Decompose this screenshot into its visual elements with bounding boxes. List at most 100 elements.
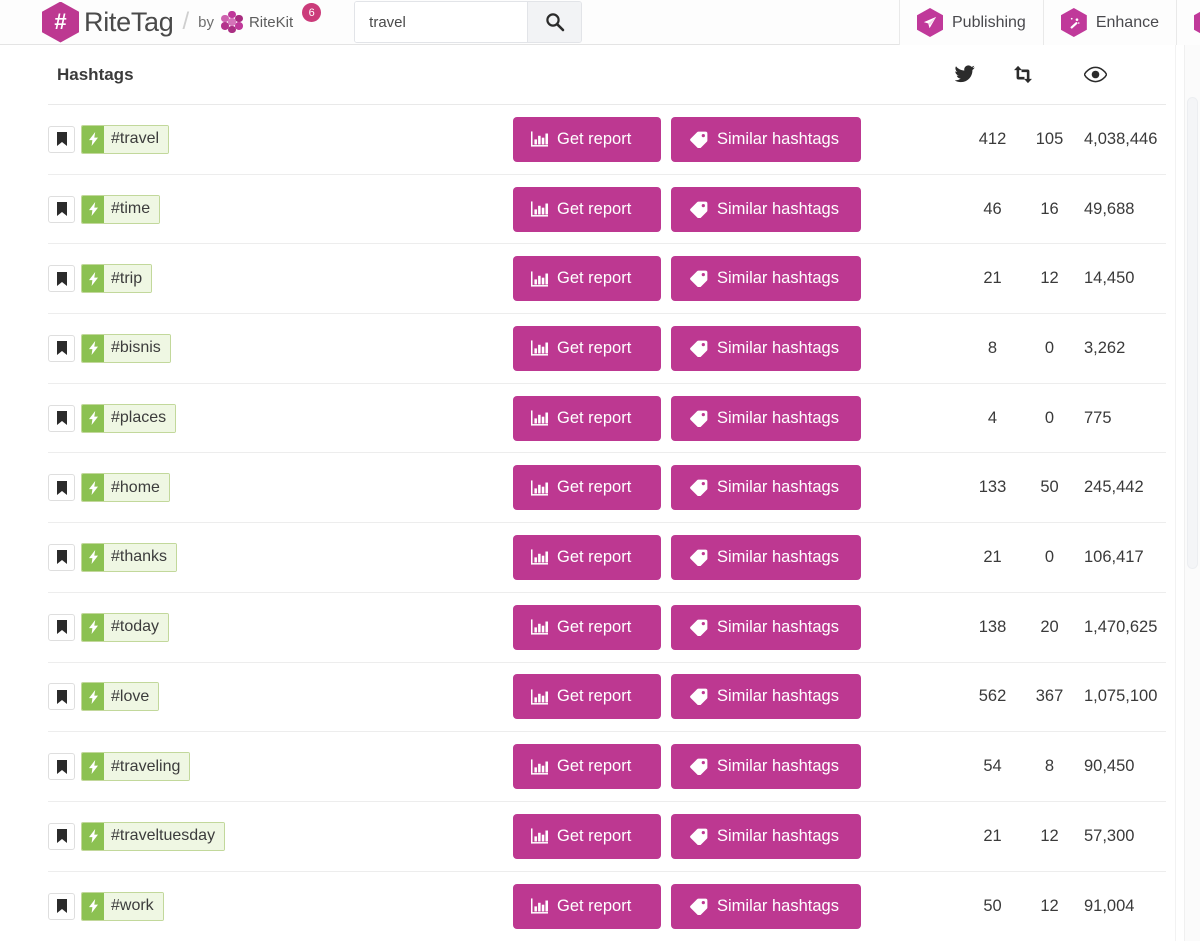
nav-item-third-truncated[interactable] <box>1176 0 1200 45</box>
row-actions: Get report Similar hashtags <box>513 117 861 162</box>
hashtag-cell: #travel <box>48 125 513 154</box>
get-report-label: Get report <box>557 200 631 219</box>
metrics-cell: 210106,417 <box>964 548 1166 567</box>
similar-hashtags-label: Similar hashtags <box>717 409 839 428</box>
similar-hashtags-button[interactable]: Similar hashtags <box>671 187 861 232</box>
hashtag-chip[interactable]: #bisnis <box>81 334 171 363</box>
get-report-button[interactable]: Get report <box>513 187 661 232</box>
bookmark-icon <box>55 340 69 356</box>
hashtag-chip[interactable]: #travel <box>81 125 169 154</box>
lightning-bolt-icon <box>88 620 99 634</box>
similar-hashtags-label: Similar hashtags <box>717 897 839 916</box>
get-report-label: Get report <box>557 897 631 916</box>
search-input[interactable] <box>355 2 527 42</box>
hashtag-cell: #thanks <box>48 543 513 572</box>
views-value: 245,442 <box>1078 478 1166 497</box>
retweets-value: 367 <box>1021 687 1078 706</box>
views-value: 91,004 <box>1078 897 1166 916</box>
bookmark-button[interactable] <box>48 474 75 501</box>
flower-dot <box>235 22 242 29</box>
hashtag-chip[interactable]: #trip <box>81 264 152 293</box>
bookmark-button[interactable] <box>48 405 75 432</box>
hashtag-chip[interactable]: #today <box>81 613 169 642</box>
hashtag-chip[interactable]: #places <box>81 404 176 433</box>
get-report-button[interactable]: Get report <box>513 465 661 510</box>
hashtag-chip[interactable]: #love <box>81 682 159 711</box>
hashtag-chip[interactable]: #traveling <box>81 752 190 781</box>
views-value: 1,075,100 <box>1078 687 1166 706</box>
hashtag-rows: #travelGet reportSimilar hashtags4121054… <box>0 105 1175 941</box>
hashtag-label: #traveling <box>104 753 189 780</box>
bookmark-icon <box>55 410 69 426</box>
bookmark-button[interactable] <box>48 196 75 223</box>
hashtag-chip[interactable]: #home <box>81 473 170 502</box>
bookmark-icon <box>55 898 69 914</box>
brand-name[interactable]: RiteTag <box>84 7 173 38</box>
grade-indicator-hot <box>82 196 104 223</box>
hashtag-chip[interactable]: #work <box>81 892 164 921</box>
eye-icon[interactable] <box>1051 66 1139 83</box>
similar-hashtags-button[interactable]: Similar hashtags <box>671 674 861 719</box>
bookmark-button[interactable] <box>48 614 75 641</box>
vertical-scrollbar-thumb[interactable] <box>1187 97 1198 569</box>
bar-chart-icon <box>531 201 548 217</box>
table-row: #bisnis Get reportSimilar hashtags 803,262 <box>48 314 1166 384</box>
bookmark-button[interactable] <box>48 335 75 362</box>
hashtag-chip[interactable]: #time <box>81 195 160 224</box>
similar-hashtags-button[interactable]: Similar hashtags <box>671 814 861 859</box>
retweets-value: 12 <box>1021 269 1078 288</box>
ritekit-flower-icon[interactable] <box>221 11 243 33</box>
get-report-button[interactable]: Get report <box>513 605 661 650</box>
by-label: by <box>198 14 214 31</box>
get-report-button[interactable]: Get report <box>513 117 661 162</box>
nav-item-enhance[interactable]: Enhance <box>1043 0 1176 45</box>
hashtag-label: #today <box>104 614 168 641</box>
metrics-cell: 803,262 <box>964 339 1166 358</box>
hashtag-chip[interactable]: #thanks <box>81 543 177 572</box>
get-report-button[interactable]: Get report <box>513 674 661 719</box>
get-report-button[interactable]: Get report <box>513 744 661 789</box>
nav-item-publishing[interactable]: Publishing <box>899 0 1043 45</box>
notification-badge[interactable]: 6 <box>302 3 321 22</box>
bookmark-button[interactable] <box>48 544 75 571</box>
grade-indicator-hot <box>82 474 104 501</box>
get-report-button[interactable]: Get report <box>513 256 661 301</box>
get-report-button[interactable]: Get report <box>513 535 661 580</box>
bookmark-button[interactable] <box>48 753 75 780</box>
twitter-bird-icon[interactable] <box>937 65 994 84</box>
similar-hashtags-button[interactable]: Similar hashtags <box>671 884 861 929</box>
similar-hashtags-button[interactable]: Similar hashtags <box>671 396 861 441</box>
parent-brand-name[interactable]: RiteKit <box>249 14 293 31</box>
hashtag-cell: #traveling <box>48 752 513 781</box>
search-button[interactable] <box>527 2 581 42</box>
get-report-button[interactable]: Get report <box>513 326 661 371</box>
get-report-button[interactable]: Get report <box>513 396 661 441</box>
bookmark-button[interactable] <box>48 893 75 920</box>
similar-hashtags-button[interactable]: Similar hashtags <box>671 256 861 301</box>
tweets-value: 562 <box>964 687 1021 706</box>
table-row: #thanks Get reportSimilar hashtags 210106,… <box>48 523 1166 593</box>
bookmark-button[interactable] <box>48 823 75 850</box>
bookmark-button[interactable] <box>48 683 75 710</box>
similar-hashtags-button[interactable]: Similar hashtags <box>671 744 861 789</box>
bookmark-button[interactable] <box>48 126 75 153</box>
similar-hashtags-button[interactable]: Similar hashtags <box>671 465 861 510</box>
vertical-scrollbar-track[interactable] <box>1184 45 1200 941</box>
row-actions: Get reportSimilar hashtags <box>513 256 861 301</box>
retweets-value: 0 <box>1021 409 1078 428</box>
bookmark-button[interactable] <box>48 265 75 292</box>
hash-hexagon-icon[interactable]: # <box>42 2 79 43</box>
retweets-value: 16 <box>1021 200 1078 219</box>
search-icon <box>545 12 565 32</box>
get-report-button[interactable]: Get report <box>513 814 661 859</box>
similar-hashtags-button[interactable]: Similar hashtags <box>671 326 861 371</box>
retweet-icon[interactable] <box>994 65 1051 84</box>
bookmark-icon <box>55 759 69 775</box>
similar-hashtags-button[interactable]: Similar hashtags <box>671 117 861 162</box>
get-report-button[interactable]: Get report <box>513 884 661 929</box>
similar-hashtags-button[interactable]: Similar hashtags <box>671 535 861 580</box>
similar-hashtags-button[interactable]: Similar hashtags <box>671 605 861 650</box>
hashtag-chip[interactable]: #traveltuesday <box>81 822 225 851</box>
similar-hashtags-label: Similar hashtags <box>717 130 839 149</box>
bar-chart-icon <box>531 619 548 635</box>
